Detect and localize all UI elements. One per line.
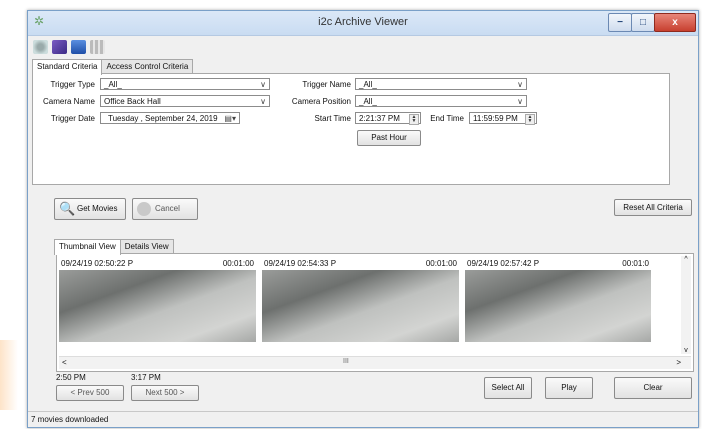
get-movies-label: Get Movies <box>77 204 118 213</box>
title-bar: ✲ i2c Archive Viewer − □ x <box>28 11 698 36</box>
scroll-right-icon[interactable]: > <box>676 358 681 367</box>
camera-frame-image <box>465 270 651 342</box>
start-time-label: Start Time <box>314 114 351 123</box>
start-time-value: 2:21:37 PM <box>359 114 400 123</box>
start-time-spinner[interactable]: ▲ ▼ <box>409 114 419 125</box>
range-start-time: 2:50 PM <box>56 373 86 382</box>
window-title: i2c Archive Viewer <box>318 16 408 28</box>
camera-name-dropdown[interactable]: Office Back Hall ∨ <box>100 95 270 107</box>
scroll-left-icon[interactable]: < <box>62 358 67 367</box>
range-end-time: 3:17 PM <box>131 373 161 382</box>
end-time-input[interactable]: 11:59:59 PM ▲ ▼ <box>469 112 537 125</box>
tab-access-control-criteria[interactable]: Access Control Criteria <box>101 59 194 74</box>
thumbnail-duration: 00:01:00 <box>425 259 457 268</box>
trigger-name-label: Trigger Name <box>302 80 351 89</box>
thumbnail-timestamp: 09/24/19 02:57:42 P <box>467 259 540 268</box>
trigger-date-value: Tuesday , September 24, 2019 <box>108 114 218 123</box>
clear-button[interactable]: Clear <box>614 377 692 399</box>
monitor-icon[interactable] <box>71 40 86 54</box>
thumbnail-item[interactable]: 09/24/19 02:50:22 P 00:01:00 <box>59 258 256 342</box>
horizontal-scrollbar[interactable]: < III > <box>59 356 691 369</box>
get-movies-button[interactable]: 🔍 Get Movies <box>54 198 126 220</box>
tab-details-view[interactable]: Details View <box>119 239 174 254</box>
close-button[interactable]: x <box>654 13 696 32</box>
search-icon: 🔍 <box>59 201 76 216</box>
stop-icon <box>137 202 151 216</box>
trigger-name-value: _All_ <box>359 80 377 89</box>
export-icon[interactable] <box>52 40 67 54</box>
thumbnail-panel: 09/24/19 02:50:22 P 00:01:00 09/24/19 02… <box>56 253 694 372</box>
criteria-tabs: Standard Criteria Access Control Criteri… <box>32 59 194 75</box>
next-500-button[interactable]: Next 500 > <box>131 385 199 401</box>
calendar-icon: ▤▾ <box>224 114 236 123</box>
camera-name-value: Office Back Hall <box>104 97 161 106</box>
tab-thumbnail-view[interactable]: Thumbnail View <box>54 239 121 255</box>
scroll-up-icon[interactable]: ^ <box>681 256 691 263</box>
thumbnail-caption: 09/24/19 02:50:22 P 00:01:00 <box>59 258 256 270</box>
chevron-down-icon: ∨ <box>260 97 266 106</box>
end-time-value: 11:59:59 PM <box>473 114 518 123</box>
thumbnail-caption: 09/24/19 02:54:33 P 00:01:00 <box>262 258 459 270</box>
start-time-input[interactable]: 2:21:37 PM ▲ ▼ <box>355 112 421 125</box>
scroll-down-icon[interactable]: v <box>681 347 691 354</box>
thumbnail-timestamp: 09/24/19 02:54:33 P <box>264 259 337 268</box>
tab-standard-criteria[interactable]: Standard Criteria <box>32 59 103 75</box>
chevron-down-icon: ∨ <box>517 80 523 89</box>
toolbar <box>28 37 698 57</box>
maximize-button[interactable]: □ <box>631 13 655 32</box>
cancel-button[interactable]: Cancel <box>132 198 198 220</box>
trigger-type-dropdown[interactable]: _All_ ∨ <box>100 78 270 90</box>
status-bar: 7 movies downloaded <box>28 411 698 427</box>
thumbnail-item[interactable]: 09/24/19 02:54:33 P 00:01:00 <box>262 258 459 342</box>
camera-frame-image <box>262 270 459 342</box>
end-time-label: End Time <box>430 114 464 123</box>
camera-frame-image <box>59 270 256 342</box>
cancel-label: Cancel <box>155 204 180 213</box>
trigger-date-label: Trigger Date <box>50 114 95 123</box>
trigger-name-dropdown[interactable]: _All_ ∨ <box>355 78 527 90</box>
prev-500-button[interactable]: < Prev 500 <box>56 385 124 401</box>
select-all-button[interactable]: Select All <box>484 377 532 399</box>
tools-icon[interactable] <box>33 40 48 54</box>
scroll-thumb[interactable]: III <box>343 358 349 365</box>
vertical-scrollbar[interactable]: ^ v <box>681 256 691 354</box>
past-hour-button[interactable]: Past Hour <box>357 130 421 146</box>
trigger-type-value: _All_ <box>104 80 122 89</box>
camera-position-value: _All_ <box>359 97 377 106</box>
trigger-date-picker[interactable]: Tuesday , September 24, 2019 ▤▾ <box>100 112 240 124</box>
camera-name-label: Camera Name <box>42 97 95 106</box>
camera-position-label: Camera Position <box>291 97 351 106</box>
thumbnail-item[interactable]: 09/24/19 02:57:42 P 00:01:0 <box>465 258 651 342</box>
chevron-down-icon: ∨ <box>260 80 266 89</box>
thumbnail-duration: 00:01:0 <box>622 259 649 268</box>
grid-icon[interactable] <box>90 40 105 54</box>
minimize-button[interactable]: − <box>608 13 632 32</box>
thumbnail-caption: 09/24/19 02:57:42 P 00:01:0 <box>465 258 651 270</box>
criteria-form: Trigger Type _All_ ∨ Camera Name Office … <box>32 73 670 185</box>
trigger-type-label: Trigger Type <box>50 80 95 89</box>
app-window: ✲ i2c Archive Viewer − □ x Standard Crit… <box>27 10 699 428</box>
reset-all-criteria-button[interactable]: Reset All Criteria <box>614 199 692 216</box>
thumbnail-duration: 00:01:00 <box>222 259 254 268</box>
background-accent <box>0 340 18 410</box>
camera-position-dropdown[interactable]: _All_ ∨ <box>355 95 527 107</box>
thumbnail-timestamp: 09/24/19 02:50:22 P <box>61 259 134 268</box>
chevron-down-icon: ∨ <box>517 97 523 106</box>
play-button[interactable]: Play <box>545 377 593 399</box>
end-time-spinner[interactable]: ▲ ▼ <box>525 114 535 125</box>
criteria-panel: Standard Criteria Access Control Criteri… <box>30 59 694 185</box>
